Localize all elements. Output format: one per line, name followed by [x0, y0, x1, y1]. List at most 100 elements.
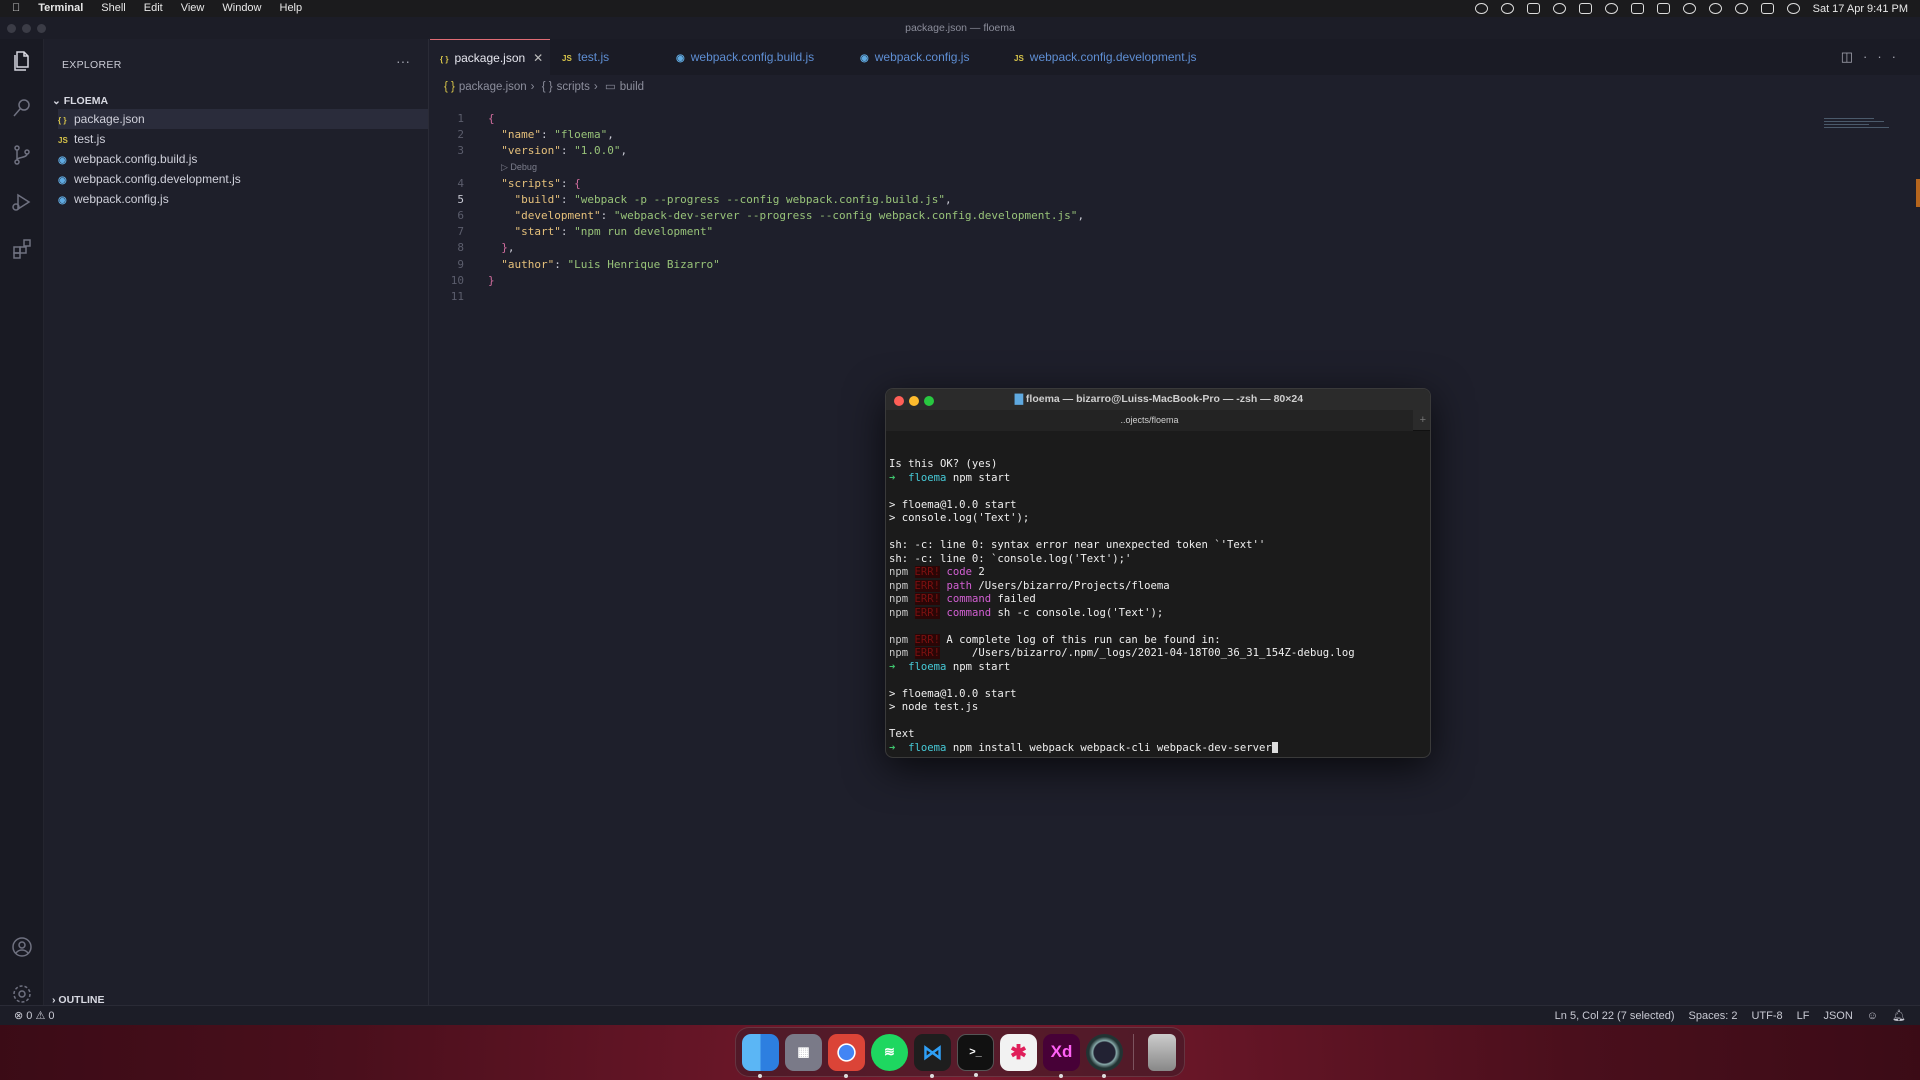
- spotlight-icon[interactable]: [1734, 3, 1748, 14]
- more-actions-icon[interactable]: ···: [396, 53, 410, 69]
- json-file-icon: { }: [58, 116, 67, 125]
- code-line[interactable]: 7 "start": "npm run development": [430, 224, 1920, 240]
- debug-codelens[interactable]: ▷ Debug: [501, 162, 537, 173]
- finder-icon[interactable]: [742, 1033, 779, 1078]
- terminal-app-label: >_: [969, 1046, 982, 1058]
- minimize-window-button[interactable]: [22, 24, 31, 33]
- feedback-icon[interactable]: ☺: [1867, 1006, 1878, 1026]
- terminal-tab[interactable]: ..ojects/floema: [886, 410, 1413, 431]
- siri-icon[interactable]: [1786, 3, 1800, 14]
- file-webpack-build[interactable]: ◉ webpack.config.build.js: [58, 149, 428, 169]
- terminal-output[interactable]: Is this OK? (yes) ➜ floema npm start > flo…: [889, 458, 1429, 755]
- spotify-icon[interactable]: ≋: [871, 1033, 908, 1071]
- battery-icon[interactable]: [1630, 3, 1644, 14]
- account-icon[interactable]: [8, 933, 36, 961]
- terminal-app-icon[interactable]: >_: [957, 1033, 994, 1077]
- close-icon[interactable]: ✕: [533, 51, 543, 65]
- minimap[interactable]: [1824, 116, 1894, 146]
- braces-icon: { }: [541, 81, 553, 93]
- record-status-icon[interactable]: [1474, 3, 1488, 14]
- menu-window[interactable]: Window: [222, 0, 261, 17]
- code-line[interactable]: 8 },: [430, 240, 1920, 256]
- close-window-button[interactable]: [7, 24, 16, 33]
- code-line[interactable]: 6 "development": "webpack-dev-server --p…: [430, 208, 1920, 224]
- extensions-icon[interactable]: [8, 235, 36, 263]
- language-mode[interactable]: JSON: [1823, 1006, 1852, 1026]
- json-file-icon: { }: [444, 81, 455, 93]
- search-icon[interactable]: [8, 94, 36, 122]
- problems-indicator[interactable]: ⊗ 0 ⚠ 0: [14, 1006, 54, 1026]
- split-editor-icon[interactable]: ◫: [1841, 49, 1863, 64]
- file-webpack-development[interactable]: ◉ webpack.config.development.js: [58, 169, 428, 189]
- scrollbar-marker[interactable]: [1916, 179, 1920, 207]
- encoding[interactable]: UTF-8: [1751, 1006, 1782, 1026]
- code-line[interactable]: 10}: [430, 273, 1920, 289]
- tab-webpack-config[interactable]: ◉ webpack.config.js: [850, 39, 1000, 75]
- more-icon[interactable]: ···: [1863, 49, 1906, 64]
- tab-label: webpack.config.js: [874, 50, 970, 64]
- window-title: package.json — floema: [905, 22, 1015, 34]
- menu-help[interactable]: Help: [280, 0, 303, 17]
- play-status-icon[interactable]: [1604, 3, 1618, 14]
- code-editor[interactable]: 1{2 "name": "floema", 3 "version": "1.0.0…: [430, 111, 1920, 305]
- menu-shell[interactable]: Shell: [101, 0, 125, 17]
- control-center-icon[interactable]: [1760, 3, 1774, 14]
- line-text: }: [488, 273, 495, 287]
- new-tab-icon[interactable]: +: [1420, 410, 1426, 431]
- file-webpack-config[interactable]: ◉ webpack.config.js: [58, 189, 428, 209]
- source-control-icon[interactable]: [8, 141, 36, 169]
- code-line[interactable]: 5 "build": "webpack -p --progress --conf…: [430, 192, 1920, 208]
- tab-package-json[interactable]: { } package.json ✕: [430, 39, 550, 75]
- file-test-js[interactable]: JS test.js: [58, 129, 428, 149]
- tab-webpack-development[interactable]: JS webpack.config.development.js: [1004, 39, 1214, 75]
- code-line[interactable]: 4 "scripts": {: [430, 176, 1920, 192]
- bluetooth-icon[interactable]: [1682, 3, 1696, 14]
- tab-test-js[interactable]: JS test.js: [552, 39, 662, 75]
- slack-icon[interactable]: ✱: [1000, 1033, 1037, 1071]
- terminal-line: > floema@1.0.0 start: [889, 498, 1017, 511]
- webpack-file-icon: ◉: [860, 53, 869, 64]
- menu-clock[interactable]: Sat 17 Apr 9:41 PM: [1813, 3, 1908, 15]
- chrome-icon[interactable]: [828, 1033, 865, 1078]
- adobe-xd-icon[interactable]: Xd: [1043, 1033, 1080, 1078]
- folder-floema[interactable]: ⌄ FLOEMA: [52, 95, 108, 107]
- breadcrumb-build[interactable]: build: [620, 81, 644, 93]
- menu-edit[interactable]: Edit: [144, 0, 163, 17]
- menu-app-name[interactable]: Terminal: [38, 0, 83, 17]
- code-line[interactable]: 3 "version": "1.0.0",: [430, 143, 1920, 159]
- terminal-line: sh: -c: line 0: syntax error near unexpe…: [889, 539, 1266, 551]
- explorer-icon[interactable]: [8, 47, 36, 75]
- tab-webpack-build[interactable]: ◉ webpack.config.build.js: [666, 39, 846, 75]
- tab-label: test.js: [577, 50, 610, 64]
- code-line[interactable]: 9 "author": "Luis Henrique Bizarro": [430, 257, 1920, 273]
- code-line[interactable]: 2 "name": "floema",: [430, 127, 1920, 143]
- trash-icon[interactable]: [1148, 1033, 1176, 1071]
- js-file-icon: JS: [562, 54, 572, 63]
- file-package-json[interactable]: { } package.json: [58, 109, 428, 129]
- quicktime-icon[interactable]: [1086, 1033, 1123, 1078]
- code-line[interactable]: 1{: [430, 111, 1920, 127]
- breadcrumb-scripts[interactable]: scripts: [557, 81, 590, 93]
- vscode-icon[interactable]: ⋈: [914, 1033, 951, 1078]
- breadcrumb: { } package.json › { } scripts › ▭ build: [444, 81, 645, 93]
- gear-icon[interactable]: [8, 980, 36, 1008]
- run-debug-icon[interactable]: [8, 188, 36, 216]
- weather-status-icon[interactable]: [1526, 3, 1540, 14]
- bell-icon[interactable]: 🔔︎: [1892, 1006, 1906, 1026]
- menu-view[interactable]: View: [181, 0, 205, 17]
- tab-label: webpack.config.build.js: [690, 50, 815, 64]
- wifi-icon[interactable]: [1708, 3, 1722, 14]
- cloud-status-icon[interactable]: [1500, 3, 1514, 14]
- line-ending[interactable]: LF: [1797, 1006, 1810, 1026]
- cursor-position[interactable]: Ln 5, Col 22 (7 selected): [1555, 1006, 1675, 1026]
- launchpad-icon[interactable]: ▦: [785, 1033, 822, 1071]
- apple-icon[interactable]: : [12, 0, 20, 17]
- indentation[interactable]: Spaces: 2: [1689, 1006, 1738, 1026]
- vpn-status-icon[interactable]: [1552, 3, 1566, 14]
- code-line[interactable]: 11: [430, 289, 1920, 305]
- zoom-window-button[interactable]: [37, 24, 46, 33]
- flag-icon[interactable]: [1656, 3, 1670, 14]
- breadcrumb-file[interactable]: package.json: [459, 81, 527, 93]
- upload-status-icon[interactable]: [1578, 3, 1592, 14]
